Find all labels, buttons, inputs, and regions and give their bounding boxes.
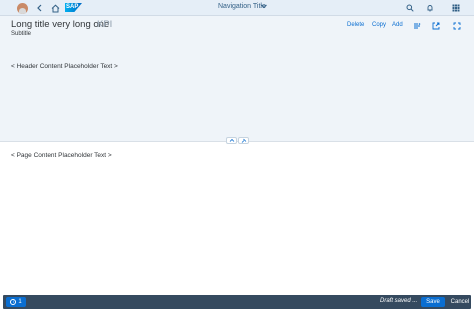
header-content-text: < Header Content Placeholder Text > — [11, 63, 118, 70]
home-icon[interactable] — [49, 2, 61, 14]
back-icon[interactable] — [34, 2, 46, 14]
page-title: Long title very long one — [11, 19, 110, 30]
pin-header-button[interactable] — [238, 137, 249, 144]
page-subtitle: Subtitle — [11, 31, 32, 37]
action-sheet-icon[interactable] — [412, 21, 421, 30]
kpi-label: KPI — [97, 19, 113, 30]
cancel-button[interactable]: Cancel — [449, 297, 471, 307]
header-toggle-group — [226, 137, 249, 144]
external-link-icon[interactable] — [431, 21, 440, 30]
shell-bar: SAP Navigation Title — [0, 0, 474, 16]
save-button[interactable]: Save — [421, 297, 445, 307]
search-icon[interactable] — [404, 2, 416, 14]
messages-button[interactable]: i 1 — [6, 297, 26, 307]
page-content-text: < Page Content Placeholder Text > — [11, 152, 112, 159]
fullscreen-icon[interactable] — [452, 21, 461, 30]
draft-status: Draft saved ... — [380, 298, 418, 304]
message-count: 1 — [18, 299, 22, 305]
navigation-title[interactable]: Navigation Title — [218, 3, 266, 10]
object-page-header: Long title very long one KPI Subtitle De… — [0, 16, 474, 142]
message-icon: i — [10, 299, 17, 305]
grid-icon[interactable] — [450, 2, 462, 14]
add-button[interactable]: Add — [392, 22, 403, 28]
avatar[interactable] — [17, 3, 28, 14]
footer-toolbar: i 1 Draft saved ... Save Cancel — [3, 295, 471, 309]
notifications-icon[interactable] — [424, 2, 436, 14]
sap-logo[interactable]: SAP — [65, 3, 82, 12]
collapse-header-button[interactable] — [226, 137, 237, 144]
copy-button[interactable]: Copy — [372, 22, 386, 28]
chevron-down-icon[interactable] — [260, 2, 268, 12]
delete-button[interactable]: Delete — [347, 22, 364, 28]
